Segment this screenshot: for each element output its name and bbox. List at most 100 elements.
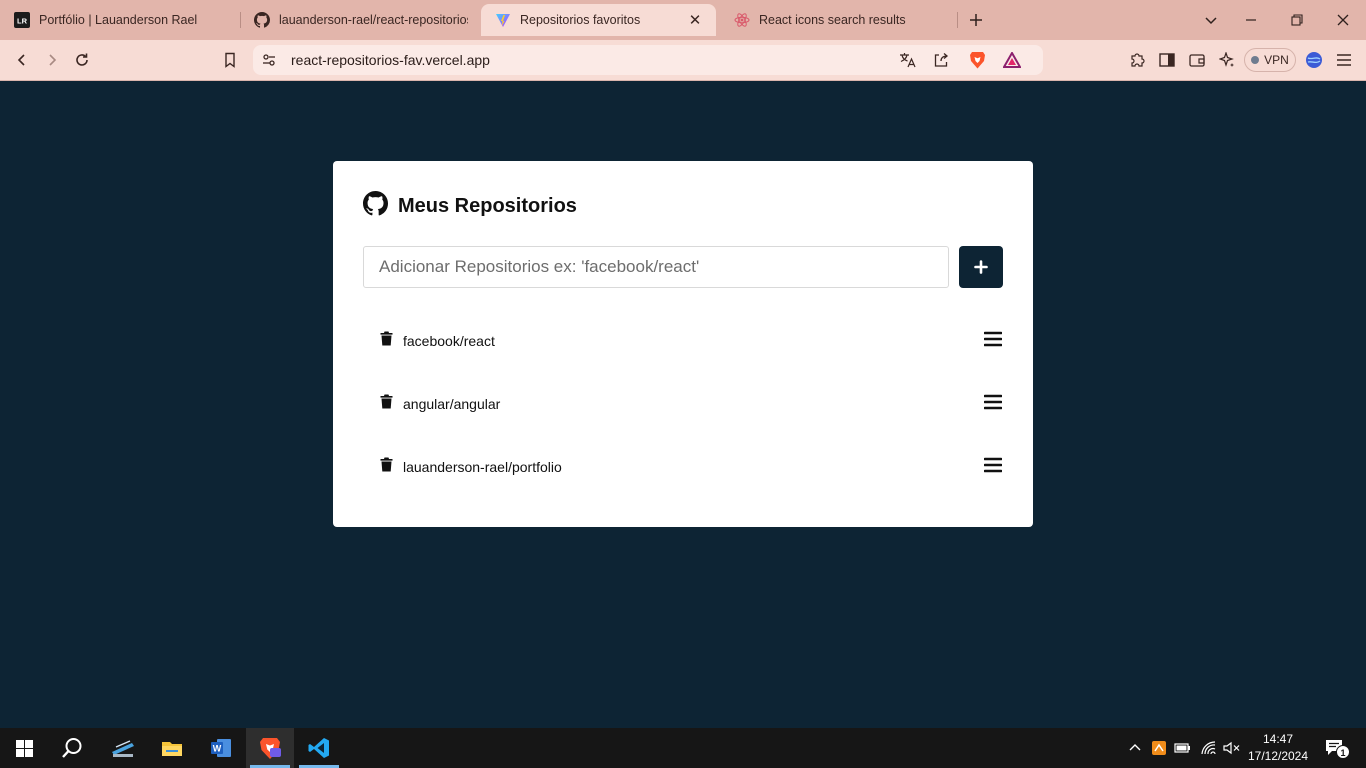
repository-item: angular/angular [363,375,1003,438]
word-icon: W [211,739,231,757]
tab-repositorios-favoritos[interactable]: Repositorios favoritos ✕ [481,4,716,36]
repository-details-icon[interactable] [982,391,1004,413]
tab-react-icons[interactable]: React icons search results [720,4,957,36]
repository-name[interactable]: facebook/react [403,333,495,349]
sidebar-icon [1159,53,1175,67]
github-icon [363,191,389,221]
volume-muted-icon [1222,741,1239,755]
minimize-button[interactable] [1238,8,1264,32]
plus-icon [974,260,988,274]
restore-button[interactable] [1284,8,1310,32]
trash-icon[interactable] [378,330,394,346]
svg-text:W: W [213,744,222,754]
back-button[interactable] [9,48,35,72]
repository-item: facebook/react [363,312,1003,375]
site-settings-icon[interactable] [261,52,277,73]
tab-github-repo[interactable]: lauanderson-rael/react-repositorios [240,4,480,36]
share-icon[interactable] [933,52,949,73]
battery-icon [1173,743,1190,753]
battery-indicator[interactable] [1173,738,1191,758]
wifi-icon [1201,741,1216,755]
trash-icon[interactable] [378,393,394,409]
hamburger-menu-icon [1337,54,1351,66]
taskbar-app-vscode[interactable] [295,728,343,768]
page-title: Meus Repositorios [398,194,577,217]
taskbar-app-word[interactable]: W [197,728,245,768]
repository-details-icon[interactable] [982,454,1004,476]
forward-button[interactable] [39,48,65,72]
reload-icon [76,53,88,66]
close-tab-icon[interactable]: ✕ [686,11,704,29]
vpn-status-dot [1251,56,1260,64]
system-clock[interactable]: 14:47 17/12/2024 [1246,731,1310,765]
lr-logo-icon: LR [14,12,30,28]
tab-separator [957,12,958,28]
taskbar-search-button[interactable] [48,728,96,768]
browser-tab-strip: LR Portfólio | Lauanderson Rael lauander… [0,0,1366,40]
sidebar-toggle-button[interactable] [1154,48,1180,72]
tray-app-indicator[interactable] [1150,738,1168,758]
wallet-icon [1189,54,1205,67]
github-icon [254,12,270,28]
chevron-up-icon [1129,744,1141,751]
profile-button[interactable] [1301,48,1327,72]
wallet-button[interactable] [1184,48,1210,72]
repository-details-icon[interactable] [982,328,1004,350]
url-text[interactable]: react-repositorios-fav.vercel.app [291,52,490,68]
brave-icon [260,738,281,759]
puzzle-icon [1131,53,1145,67]
close-icon [1337,14,1349,26]
taskbar-app-brave[interactable] [246,728,294,768]
reload-button[interactable] [69,48,95,72]
windows-taskbar: W 14:47 17/12/2024 1 [0,728,1366,768]
add-repository-button[interactable] [959,246,1003,288]
add-repository-input[interactable] [363,246,949,288]
main-menu-button[interactable] [1331,48,1357,72]
tab-title: lauanderson-rael/react-repositorios [279,13,468,27]
volume-indicator[interactable] [1221,738,1241,758]
extensions-button[interactable] [1124,48,1150,72]
taskbar-app-file-explorer[interactable] [148,728,196,768]
new-tab-button[interactable] [963,8,989,32]
clock-time: 14:47 [1262,732,1294,746]
wifi-indicator[interactable] [1198,738,1218,758]
card-header: Meus Repositorios [363,191,577,221]
address-bar[interactable]: react-repositorios-fav.vercel.app [253,45,1043,75]
notification-center-button[interactable]: 1 [1322,738,1350,759]
browser-toolbar: react-repositorios-fav.vercel.app VPN [0,40,1366,81]
taskbar-app-scanner[interactable] [99,728,147,768]
translate-icon[interactable] [899,52,917,73]
repository-list: facebook/react angular/angular lauanders… [363,312,1003,501]
tray-overflow-button[interactable] [1126,738,1144,758]
plus-icon [970,14,982,26]
repositories-card: Meus Repositorios facebook/react angular… [333,161,1033,527]
tab-title: Portfólio | Lauanderson Rael [39,13,198,27]
trash-icon[interactable] [378,456,394,472]
restore-icon [1291,14,1303,26]
bookmark-button[interactable] [217,48,243,72]
close-window-button[interactable] [1330,8,1356,32]
svg-text:LR: LR [17,17,28,26]
scanner-icon [112,740,134,757]
minimize-icon [1246,19,1256,21]
clock-date: 17/12/2024 [1247,749,1309,763]
brave-rewards-icon[interactable] [1002,50,1022,73]
repository-name[interactable]: lauanderson-rael/portfolio [403,459,562,475]
forward-arrow-icon [49,54,57,66]
vpn-label: VPN [1264,53,1289,67]
file-explorer-icon [162,742,182,756]
tab-portfolio[interactable]: LR Portfólio | Lauanderson Rael [0,4,240,36]
sparkle-icon [1219,52,1234,67]
search-icon [62,738,82,758]
profile-avatar-icon [1306,52,1322,68]
start-button[interactable] [0,728,48,768]
chevron-down-icon [1205,17,1217,25]
brave-shields-icon[interactable] [969,51,986,74]
app-tray-icon [1152,741,1166,755]
tab-search-dropdown[interactable] [1198,8,1224,32]
repository-item: lauanderson-rael/portfolio [363,438,1003,501]
vpn-button[interactable]: VPN [1244,48,1296,72]
tab-title: React icons search results [759,13,906,27]
repository-name[interactable]: angular/angular [403,396,500,412]
leo-ai-button[interactable] [1214,48,1240,72]
